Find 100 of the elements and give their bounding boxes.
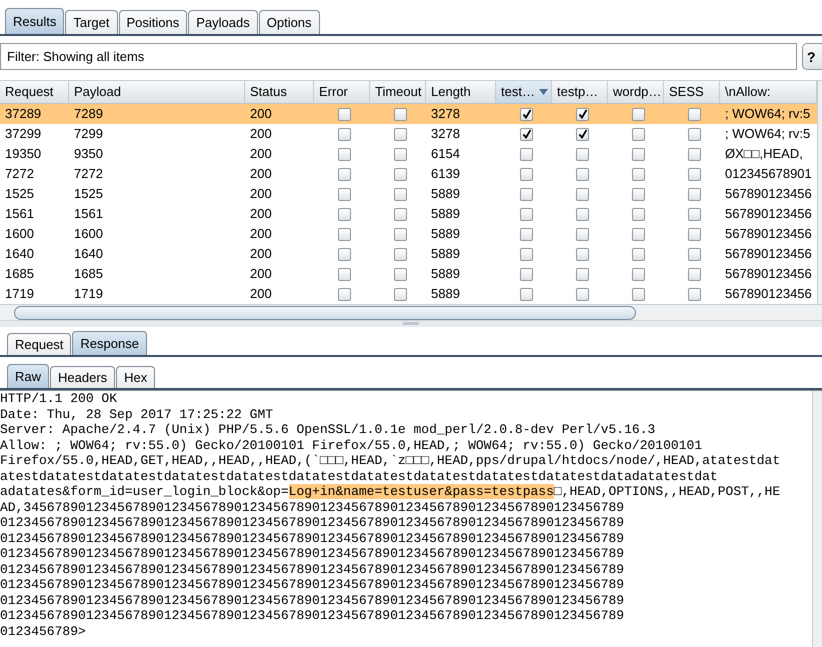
horizontal-scrollbar[interactable] (0, 304, 822, 320)
column-header[interactable]: Timeout (370, 81, 426, 103)
checkbox[interactable] (576, 288, 589, 300)
checkbox[interactable] (632, 188, 645, 200)
checkbox[interactable] (520, 268, 533, 280)
tab[interactable]: Hex (116, 366, 156, 388)
checkbox[interactable] (394, 268, 407, 280)
checkbox[interactable] (688, 268, 701, 280)
vertical-scrollbar[interactable] (817, 81, 822, 304)
checkbox[interactable] (520, 208, 533, 220)
result-row[interactable]: 37289 7289 200 3278 ; WOW64; rv:5 (0, 104, 817, 124)
checkbox[interactable] (338, 188, 351, 200)
checkbox[interactable] (338, 108, 351, 120)
checkbox[interactable] (576, 128, 589, 140)
checkbox[interactable] (520, 248, 533, 260)
table-cell-text: ØX□□,HEAD, (724, 145, 804, 163)
checkbox[interactable] (520, 228, 533, 240)
checkbox[interactable] (576, 168, 589, 180)
checkbox[interactable] (338, 268, 351, 280)
checkbox[interactable] (688, 188, 701, 200)
help-button[interactable]: ? (802, 43, 822, 70)
result-row[interactable]: 19350 9350 200 6154 ØX□□,HEAD, (0, 144, 817, 164)
checkbox[interactable] (520, 128, 533, 140)
checkbox[interactable] (394, 248, 407, 260)
column-header[interactable]: Status (245, 81, 314, 103)
tab[interactable]: Response (72, 331, 147, 355)
checkbox[interactable] (520, 288, 533, 300)
tab[interactable]: Raw (7, 364, 50, 388)
checkbox[interactable] (632, 168, 645, 180)
checkbox[interactable] (394, 188, 407, 200)
checkbox[interactable] (688, 168, 701, 180)
checkbox[interactable] (632, 148, 645, 160)
result-row[interactable]: 1600 1600 200 5889 567890123456 (0, 224, 817, 244)
checkbox[interactable] (632, 288, 645, 300)
column-header[interactable]: SESS (664, 81, 720, 103)
checkbox[interactable] (520, 148, 533, 160)
checkbox[interactable] (394, 128, 407, 140)
tab[interactable]: Results (5, 8, 64, 34)
table-cell-text: 7272 (4, 165, 35, 183)
result-row[interactable]: 1719 1719 200 5889 567890123456 (0, 284, 817, 304)
checkbox[interactable] (688, 208, 701, 220)
tab[interactable]: Request (7, 333, 72, 355)
checkbox[interactable] (338, 148, 351, 160)
checkbox[interactable] (338, 168, 351, 180)
checkbox[interactable] (576, 108, 589, 120)
checkbox[interactable] (632, 268, 645, 280)
column-header[interactable]: wordp… (608, 81, 664, 103)
tab[interactable]: Options (258, 10, 320, 34)
checkbox[interactable] (338, 248, 351, 260)
checkbox[interactable] (632, 108, 645, 120)
tab[interactable]: Target (65, 10, 118, 34)
checkbox[interactable] (576, 208, 589, 220)
checkbox[interactable] (520, 188, 533, 200)
table-cell-text: 200 (249, 105, 273, 123)
checkbox[interactable] (576, 148, 589, 160)
checkbox[interactable] (688, 288, 701, 300)
checkbox[interactable] (520, 168, 533, 180)
column-header[interactable]: Request (0, 81, 69, 103)
column-header[interactable]: testp… (552, 81, 608, 103)
table-cell-text: 7272 (73, 165, 104, 183)
checkbox[interactable] (632, 228, 645, 240)
tab[interactable]: Payloads (188, 10, 258, 34)
tab[interactable]: Headers (50, 366, 116, 388)
tab[interactable]: Positions (118, 10, 188, 34)
checkbox[interactable] (632, 208, 645, 220)
checkbox[interactable] (338, 208, 351, 220)
checkbox[interactable] (394, 148, 407, 160)
table-cell-text: 200 (249, 165, 273, 183)
checkbox[interactable] (394, 208, 407, 220)
result-row[interactable]: 7272 7272 200 6139 012345678901 (0, 164, 817, 184)
checkbox[interactable] (576, 248, 589, 260)
checkbox[interactable] (338, 288, 351, 300)
checkbox[interactable] (688, 108, 701, 120)
checkbox[interactable] (520, 108, 533, 120)
checkbox[interactable] (632, 128, 645, 140)
checkbox[interactable] (688, 148, 701, 160)
result-row[interactable]: 1525 1525 200 5889 567890123456 (0, 184, 817, 204)
column-header[interactable]: Payload (69, 81, 245, 103)
checkbox[interactable] (576, 188, 589, 200)
checkbox[interactable] (576, 228, 589, 240)
checkbox[interactable] (338, 128, 351, 140)
checkbox[interactable] (394, 288, 407, 300)
checkbox[interactable] (688, 128, 701, 140)
sort-descending-icon (538, 89, 548, 95)
result-row[interactable]: 1640 1640 200 5889 567890123456 (0, 244, 817, 264)
filter-bar[interactable]: Filter: Showing all items (0, 43, 797, 70)
result-row[interactable]: 1561 1561 200 5889 567890123456 (0, 204, 817, 224)
column-header[interactable]: test… (496, 81, 552, 103)
checkbox[interactable] (688, 248, 701, 260)
result-row[interactable]: 1685 1685 200 5889 567890123456 (0, 264, 817, 284)
vertical-scrollbar[interactable] (812, 391, 822, 647)
checkbox[interactable] (394, 168, 407, 180)
result-row[interactable]: 37299 7299 200 3278 ; WOW64; rv:5 (0, 124, 817, 144)
checkbox[interactable] (576, 268, 589, 280)
checkbox[interactable] (688, 228, 701, 240)
checkbox[interactable] (338, 228, 351, 240)
column-header[interactable]: Error (314, 81, 370, 103)
checkbox[interactable] (394, 108, 407, 120)
checkbox[interactable] (394, 228, 407, 240)
checkbox[interactable] (632, 248, 645, 260)
